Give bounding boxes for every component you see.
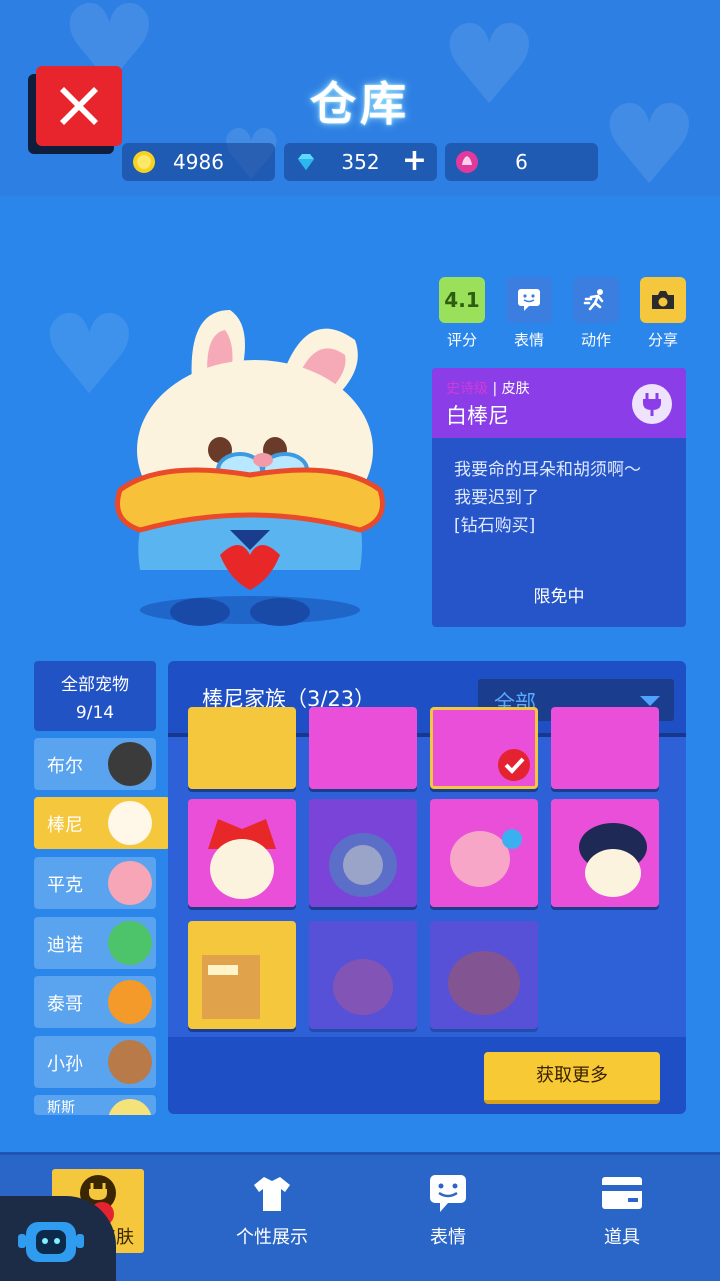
- bull-avatar: [108, 742, 152, 786]
- nav-tab-label: 表情: [430, 1227, 466, 1248]
- monkey-avatar: [108, 1040, 152, 1084]
- add-diamond-button[interactable]: +: [402, 145, 427, 177]
- pet-list-item-partial[interactable]: 斯斯: [34, 1095, 156, 1115]
- pet-list-item-label: 平克: [47, 875, 83, 896]
- get-more-button[interactable]: 获取更多: [484, 1052, 660, 1104]
- skin-card-item[interactable]: [309, 799, 417, 907]
- skin-status: 限免中: [533, 587, 585, 607]
- diamond-icon: [298, 154, 314, 170]
- share-label: 分享: [647, 331, 678, 349]
- skin-info-card: 史诗级 | 皮肤 白棒尼 我要命的耳朵和胡须啊～ 我要迟到了 [钻石购买] 限免…: [432, 368, 686, 627]
- pet-list-item-bunny[interactable]: 棒尼: [34, 797, 170, 849]
- gold-coin-icon: [133, 151, 155, 173]
- motion-label: 动作: [580, 331, 611, 349]
- chevron-down-icon: [640, 696, 660, 706]
- chat-face-icon: [518, 289, 540, 311]
- lotus-token-icon: [456, 151, 478, 173]
- lotus-token-counter: 6: [445, 143, 598, 181]
- skin-desc-line: [钻石购买]: [454, 516, 536, 536]
- skin-card-item-locked[interactable]: [309, 921, 417, 1029]
- pet-list-item-monkey[interactable]: 小孙: [34, 1036, 156, 1088]
- skin-grid: [168, 707, 686, 1037]
- emote-button[interactable]: 表情: [505, 277, 553, 350]
- skin-description: 我要命的耳朵和胡须啊～ 我要迟到了 [钻石购买]: [432, 438, 686, 558]
- all-pets-count: 9/14: [75, 703, 115, 723]
- pet-list-item-label: 小孙: [47, 1054, 83, 1075]
- skin-card-item[interactable]: [188, 799, 296, 907]
- skin-type: 皮肤: [501, 381, 530, 397]
- pet-list-item-dino[interactable]: 迪诺: [34, 917, 156, 969]
- motion-button[interactable]: 动作: [572, 277, 620, 350]
- bunny-avatar: [108, 801, 152, 845]
- skin-card-item[interactable]: [430, 799, 538, 907]
- nav-tab-label: 道具: [604, 1227, 640, 1248]
- skin-desc-line: 我要迟到了: [454, 488, 539, 508]
- pet-list-item-label: 布尔: [47, 756, 83, 777]
- skin-card-item[interactable]: [551, 799, 659, 907]
- rating-button[interactable]: 4.1 评分: [438, 277, 486, 350]
- pet-list-item-label: 泰哥: [47, 994, 83, 1015]
- nav-tab-label: 个性展示: [236, 1227, 308, 1248]
- all-pets-label: 全部宠物: [61, 675, 129, 695]
- running-figure-icon: [583, 289, 604, 311]
- dino-avatar: [108, 921, 152, 965]
- pet-list-item-pig[interactable]: 平克: [34, 857, 156, 909]
- skin-card-item-locked[interactable]: [430, 921, 538, 1029]
- pet-list-item-label: 斯斯: [47, 1100, 75, 1115]
- chat-face-icon: [430, 1175, 466, 1212]
- shirt-icon: [254, 1177, 290, 1211]
- skin-card-header: 史诗级 | 皮肤 白棒尼: [432, 368, 686, 438]
- skin-card-item[interactable]: [188, 707, 296, 789]
- camera-icon: [652, 291, 674, 309]
- pet-character-image: [115, 310, 385, 626]
- nav-tab-emote[interactable]: 表情: [378, 1169, 518, 1253]
- tiger-avatar: [108, 980, 152, 1024]
- skin-card-item[interactable]: [188, 921, 296, 1029]
- check-icon: [498, 749, 530, 781]
- share-button[interactable]: 分享: [639, 277, 687, 350]
- pet-list-item-label: 迪诺: [47, 935, 83, 956]
- plug-icon: [632, 384, 672, 424]
- skin-family-panel: 棒尼家族（3/23） 全部 获取更多: [168, 661, 686, 1114]
- pet-list-item-bull[interactable]: 布尔: [34, 738, 156, 790]
- skin-rarity: 史诗级: [446, 381, 488, 397]
- skin-card-item-selected[interactable]: [430, 707, 538, 789]
- skin-desc-line: 我要命的耳朵和胡须啊～: [454, 460, 641, 480]
- skin-card-item[interactable]: [309, 707, 417, 789]
- all-pets-tab[interactable]: 全部宠物 9/14: [34, 661, 156, 731]
- emote-label: 表情: [513, 331, 544, 349]
- page-title: 仓库: [310, 77, 410, 131]
- rating-value: 4.1: [444, 288, 480, 312]
- nav-tab-items[interactable]: 道具: [552, 1169, 692, 1253]
- card-icon: [602, 1177, 642, 1209]
- gold-coin-counter: 4986: [122, 143, 275, 181]
- floating-assistant-button[interactable]: [0, 1196, 116, 1281]
- robot-face-icon: [18, 1222, 84, 1262]
- rating-label: 评分: [446, 331, 477, 349]
- pet-list-item-label: 棒尼: [47, 815, 83, 836]
- skin-card-item[interactable]: [551, 707, 659, 789]
- diamond-counter[interactable]: 352 +: [284, 143, 437, 181]
- nav-tab-profile[interactable]: 个性展示: [202, 1169, 342, 1253]
- pet-list-item-tiger[interactable]: 泰哥: [34, 976, 156, 1028]
- pig-avatar: [108, 861, 152, 905]
- avatar: [108, 1099, 152, 1115]
- rating-badge: 4.1: [439, 277, 485, 323]
